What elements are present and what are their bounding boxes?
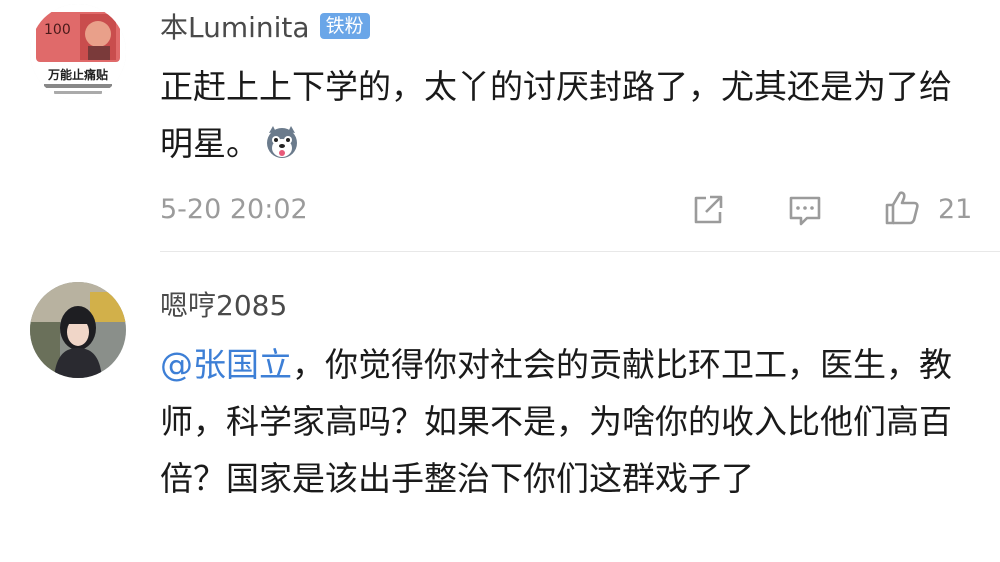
avatar[interactable] bbox=[30, 282, 126, 378]
comment-text: @张国立，你觉得你对社会的贡献比环卫工，医生，教师，科学家高吗？如果不是，为啥你… bbox=[160, 336, 965, 507]
timestamp: 5-20 20:02 bbox=[160, 194, 308, 225]
comment-item: 嗯哼2085 @张国立，你觉得你对社会的贡献比环卫工，医生，教师，科学家高吗？如… bbox=[0, 262, 1000, 562]
avatar-note-value: 100 bbox=[44, 22, 71, 38]
dog-face-emoji-icon bbox=[263, 121, 301, 159]
reply-comment-icon[interactable] bbox=[787, 192, 823, 228]
comment-meta: 5-20 20:02 21 bbox=[160, 190, 980, 230]
fan-badge: 铁粉 bbox=[319, 13, 370, 39]
avatar-image bbox=[30, 282, 126, 378]
divider bbox=[160, 251, 1000, 252]
mention-link[interactable]: @张国立 bbox=[160, 345, 292, 384]
username[interactable]: 本Luminita 铁粉 bbox=[160, 10, 370, 46]
comment-item: 100 万能止痛贴 本Luminita 铁粉 正赶上上下学的，太丫的讨厌封路了，尤… bbox=[0, 0, 1000, 260]
share-icon[interactable] bbox=[690, 192, 726, 228]
username-text[interactable]: 本Luminita bbox=[160, 11, 310, 44]
username-text[interactable]: 嗯哼2085 bbox=[160, 289, 287, 322]
avatar-title: 万能止痛贴 bbox=[47, 67, 108, 82]
comment-text: 正赶上上下学的，太丫的讨厌封路了，尤其还是为了给明星。 bbox=[160, 58, 960, 172]
like-icon[interactable] bbox=[882, 188, 922, 228]
avatar[interactable]: 100 万能止痛贴 bbox=[30, 4, 126, 100]
avatar-image: 100 万能止痛贴 bbox=[30, 4, 126, 100]
like-count: 21 bbox=[938, 194, 973, 225]
username[interactable]: 嗯哼2085 bbox=[160, 288, 287, 324]
